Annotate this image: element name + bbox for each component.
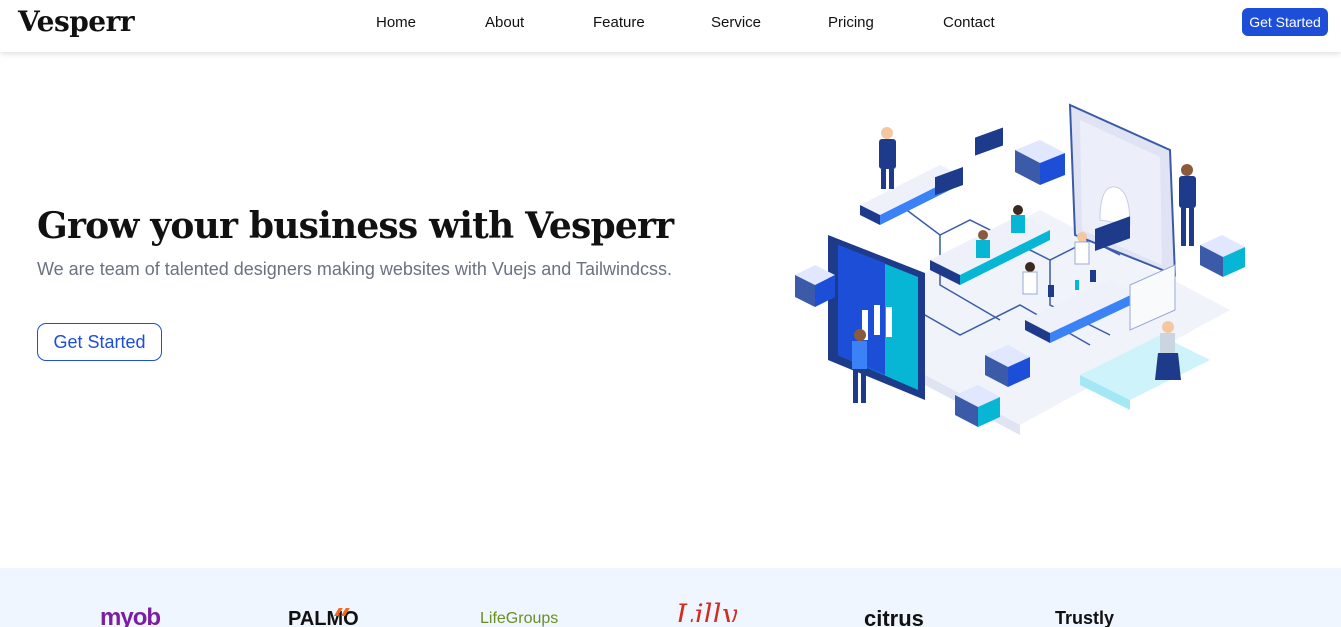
nav-link-service[interactable]: Service xyxy=(711,14,761,31)
brand-logo[interactable]: Vesperr xyxy=(18,5,135,38)
nav-link-feature[interactable]: Feature xyxy=(593,14,645,31)
client-logo-myob: myob xyxy=(100,604,161,627)
hero-title: Grow your business with Vesperr xyxy=(37,205,674,247)
navbar: Vesperr Home About Feature Service Prici… xyxy=(0,0,1341,52)
client-logo-lifegroups: LifeGroups xyxy=(480,610,559,627)
hero-get-started-button[interactable]: Get Started xyxy=(37,323,162,361)
isometric-office-illustration xyxy=(795,103,1245,435)
nav-link-contact[interactable]: Contact xyxy=(943,14,995,31)
hero-subtitle: We are team of talented designers making… xyxy=(37,259,672,279)
nav-link-home[interactable]: Home xyxy=(376,14,416,31)
palmo-stripes-icon xyxy=(334,608,350,616)
header-get-started-button[interactable]: Get Started xyxy=(1242,8,1328,36)
client-logo-lilly: Lilly xyxy=(676,598,738,622)
client-logo-citrus: citrus xyxy=(864,606,924,627)
nav-link-about[interactable]: About xyxy=(485,14,524,31)
client-logo-trustly: Trustly xyxy=(1055,608,1115,627)
client-logos-strip: myob PALMO LifeGroups Lilly citrus Trust… xyxy=(0,568,1341,627)
nav-link-pricing[interactable]: Pricing xyxy=(828,14,874,31)
client-logo-palmo: PALMO xyxy=(288,608,359,627)
